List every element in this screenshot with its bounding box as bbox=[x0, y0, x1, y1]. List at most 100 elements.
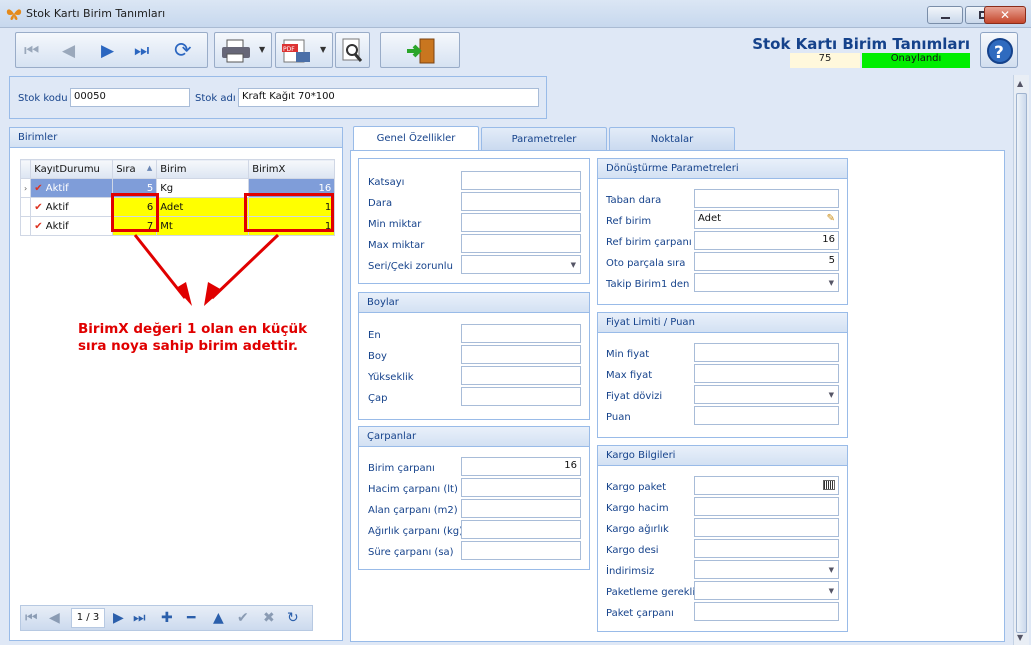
pdf-button[interactable]: PDF ▼ bbox=[275, 32, 333, 68]
grid-navigator: ⏮ ◀ 1 / 3 ▶ ⏭ ✚ ━ ▲ ✔ ✖ ↻ bbox=[20, 605, 313, 631]
col-birim[interactable]: Birim bbox=[156, 159, 250, 179]
search-doc-button[interactable] bbox=[335, 32, 370, 68]
boy-input[interactable] bbox=[461, 345, 581, 364]
row-indicator-icon: › bbox=[19, 178, 32, 198]
title-bar: Stok Kartı Birim Tanımları ✕ bbox=[0, 0, 1031, 28]
agirlik-carpani-input[interactable] bbox=[461, 520, 581, 539]
dara-input[interactable] bbox=[461, 192, 581, 211]
dara-label: Dara bbox=[368, 198, 393, 209]
taban-dara-input[interactable] bbox=[694, 189, 839, 208]
navigation-group: ⏮ ◀ ▶ ⏭ ⟳ bbox=[15, 32, 208, 68]
vertical-scrollbar[interactable]: ▲ ▼ bbox=[1013, 75, 1029, 645]
hacim-carpani-input[interactable] bbox=[461, 478, 581, 497]
cap-label: Çap bbox=[368, 393, 388, 404]
nav-add-icon[interactable]: ✚ bbox=[161, 610, 173, 626]
help-button[interactable]: ? bbox=[980, 32, 1018, 68]
nav-confirm-icon[interactable]: ✔ bbox=[237, 610, 249, 626]
kargo-paket-label: Kargo paket bbox=[606, 482, 667, 493]
puan-input[interactable] bbox=[694, 406, 839, 425]
sure-carpani-label: Süre çarpanı (sa) bbox=[368, 547, 454, 558]
refresh-icon[interactable]: ⟳ bbox=[174, 38, 192, 62]
nav-first-icon[interactable]: ⏮ bbox=[25, 610, 38, 626]
kargo-title: Kargo Bilgileri bbox=[598, 446, 847, 466]
pdf-icon: PDF bbox=[282, 39, 310, 63]
katsayi-label: Katsayı bbox=[368, 177, 405, 188]
nav-cancel-icon[interactable]: ✖ bbox=[263, 610, 275, 626]
sort-asc-icon: ▲ bbox=[146, 164, 153, 172]
donusturme-group: Dönüştürme Parametreleri Taban dara Ref … bbox=[597, 158, 848, 305]
nav-edit-icon[interactable]: ▲ bbox=[213, 610, 224, 626]
cap-input[interactable] bbox=[461, 387, 581, 406]
paketleme-label: Paketleme gerekli bbox=[606, 587, 696, 598]
ref-birim-input[interactable]: Adet ✎ bbox=[694, 210, 839, 229]
takip-birim-select[interactable]: ▼ bbox=[694, 273, 839, 292]
kargo-hacim-input[interactable] bbox=[694, 497, 839, 516]
stock-name-input[interactable]: Kraft Kağıt 70*100 bbox=[238, 88, 539, 107]
ref-birim-carpani-label: Ref birim çarpanı bbox=[606, 237, 692, 248]
prev-icon[interactable]: ◀ bbox=[62, 41, 75, 61]
chevron-down-icon: ▼ bbox=[828, 391, 834, 399]
min-fiyat-label: Min fiyat bbox=[606, 349, 650, 360]
paket-carpani-input[interactable] bbox=[694, 602, 839, 621]
yukseklik-label: Yükseklik bbox=[368, 372, 414, 383]
yukseklik-input[interactable] bbox=[461, 366, 581, 385]
max-fiyat-input[interactable] bbox=[694, 364, 839, 383]
close-button[interactable]: ✕ bbox=[984, 6, 1026, 24]
fiyat-dovizi-select[interactable]: ▼ bbox=[694, 385, 839, 404]
tab-parametreler[interactable]: Parametreler bbox=[481, 127, 607, 151]
col-birimx[interactable]: BirimX bbox=[248, 159, 336, 179]
stock-code-input[interactable]: 00050 bbox=[70, 88, 190, 107]
seri-ceki-select[interactable]: ▼ bbox=[461, 255, 581, 274]
indirimsiz-select[interactable]: ▼ bbox=[694, 560, 839, 579]
print-button[interactable]: ▼ bbox=[214, 32, 272, 68]
status-badge: Onaylandı bbox=[862, 53, 970, 68]
minimize-button[interactable] bbox=[927, 6, 963, 24]
kargo-desi-input[interactable] bbox=[694, 539, 839, 558]
paketleme-select[interactable]: ▼ bbox=[694, 581, 839, 600]
sure-carpani-input[interactable] bbox=[461, 541, 581, 560]
nav-prev-icon[interactable]: ◀ bbox=[49, 610, 60, 626]
print-icon bbox=[222, 39, 250, 63]
exit-button[interactable] bbox=[380, 32, 460, 68]
katsayi-input[interactable] bbox=[461, 171, 581, 190]
tab-noktalar[interactable]: Noktalar bbox=[609, 127, 735, 151]
next-icon[interactable]: ▶ bbox=[101, 41, 114, 61]
donusturme-title: Dönüştürme Parametreleri bbox=[598, 159, 847, 179]
general-group: Katsayı Dara Min miktar Max miktar Seri/… bbox=[358, 158, 590, 284]
record-number: 75 bbox=[790, 53, 860, 68]
boylar-group: Boylar En Boy Yükseklik Çap bbox=[358, 292, 590, 420]
pager-text: 1 / 3 bbox=[71, 608, 105, 628]
scrollbar-thumb[interactable] bbox=[1016, 93, 1027, 633]
birim-carpani-input[interactable]: 16 bbox=[461, 457, 581, 476]
last-icon[interactable]: ⏭ bbox=[134, 41, 149, 61]
fiyat-dovizi-label: Fiyat dövizi bbox=[606, 391, 663, 402]
first-icon[interactable]: ⏮ bbox=[24, 41, 39, 61]
agirlik-carpani-label: Ağırlık çarpanı (kg) bbox=[368, 526, 464, 537]
barcode-icon[interactable] bbox=[823, 480, 835, 490]
kargo-agirlik-input[interactable] bbox=[694, 518, 839, 537]
max-miktar-input[interactable] bbox=[461, 234, 581, 253]
en-input[interactable] bbox=[461, 324, 581, 343]
indirimsiz-label: İndirimsiz bbox=[606, 566, 655, 577]
stock-info-panel: Stok kodu 00050 Stok adı Kraft Kağıt 70*… bbox=[9, 76, 547, 119]
fiyat-title: Fiyat Limiti / Puan bbox=[598, 313, 847, 333]
tab-genel-ozellikler[interactable]: Genel Özellikler bbox=[353, 126, 479, 152]
nav-next-icon[interactable]: ▶ bbox=[113, 610, 124, 626]
col-kayitdurumu[interactable]: KayıtDurumu bbox=[30, 159, 114, 179]
stock-name-label: Stok adı bbox=[195, 93, 236, 104]
alan-carpani-input[interactable] bbox=[461, 499, 581, 518]
oto-parcala-input[interactable]: 5 bbox=[694, 252, 839, 271]
nav-last-icon[interactable]: ⏭ bbox=[133, 610, 146, 626]
nav-refresh-icon[interactable]: ↻ bbox=[287, 610, 299, 626]
nav-delete-icon[interactable]: ━ bbox=[187, 610, 195, 626]
kargo-desi-label: Kargo desi bbox=[606, 545, 659, 556]
seri-ceki-label: Seri/Çeki zorunlu bbox=[368, 261, 453, 272]
min-miktar-input[interactable] bbox=[461, 213, 581, 232]
edit-pencil-icon[interactable]: ✎ bbox=[827, 213, 835, 224]
stock-code-label: Stok kodu bbox=[18, 93, 68, 104]
min-fiyat-input[interactable] bbox=[694, 343, 839, 362]
col-sira[interactable]: Sıra ▲ bbox=[112, 159, 158, 179]
kargo-paket-input[interactable] bbox=[694, 476, 839, 495]
help-icon: ? bbox=[987, 38, 1013, 64]
ref-birim-carpani-input[interactable]: 16 bbox=[694, 231, 839, 250]
